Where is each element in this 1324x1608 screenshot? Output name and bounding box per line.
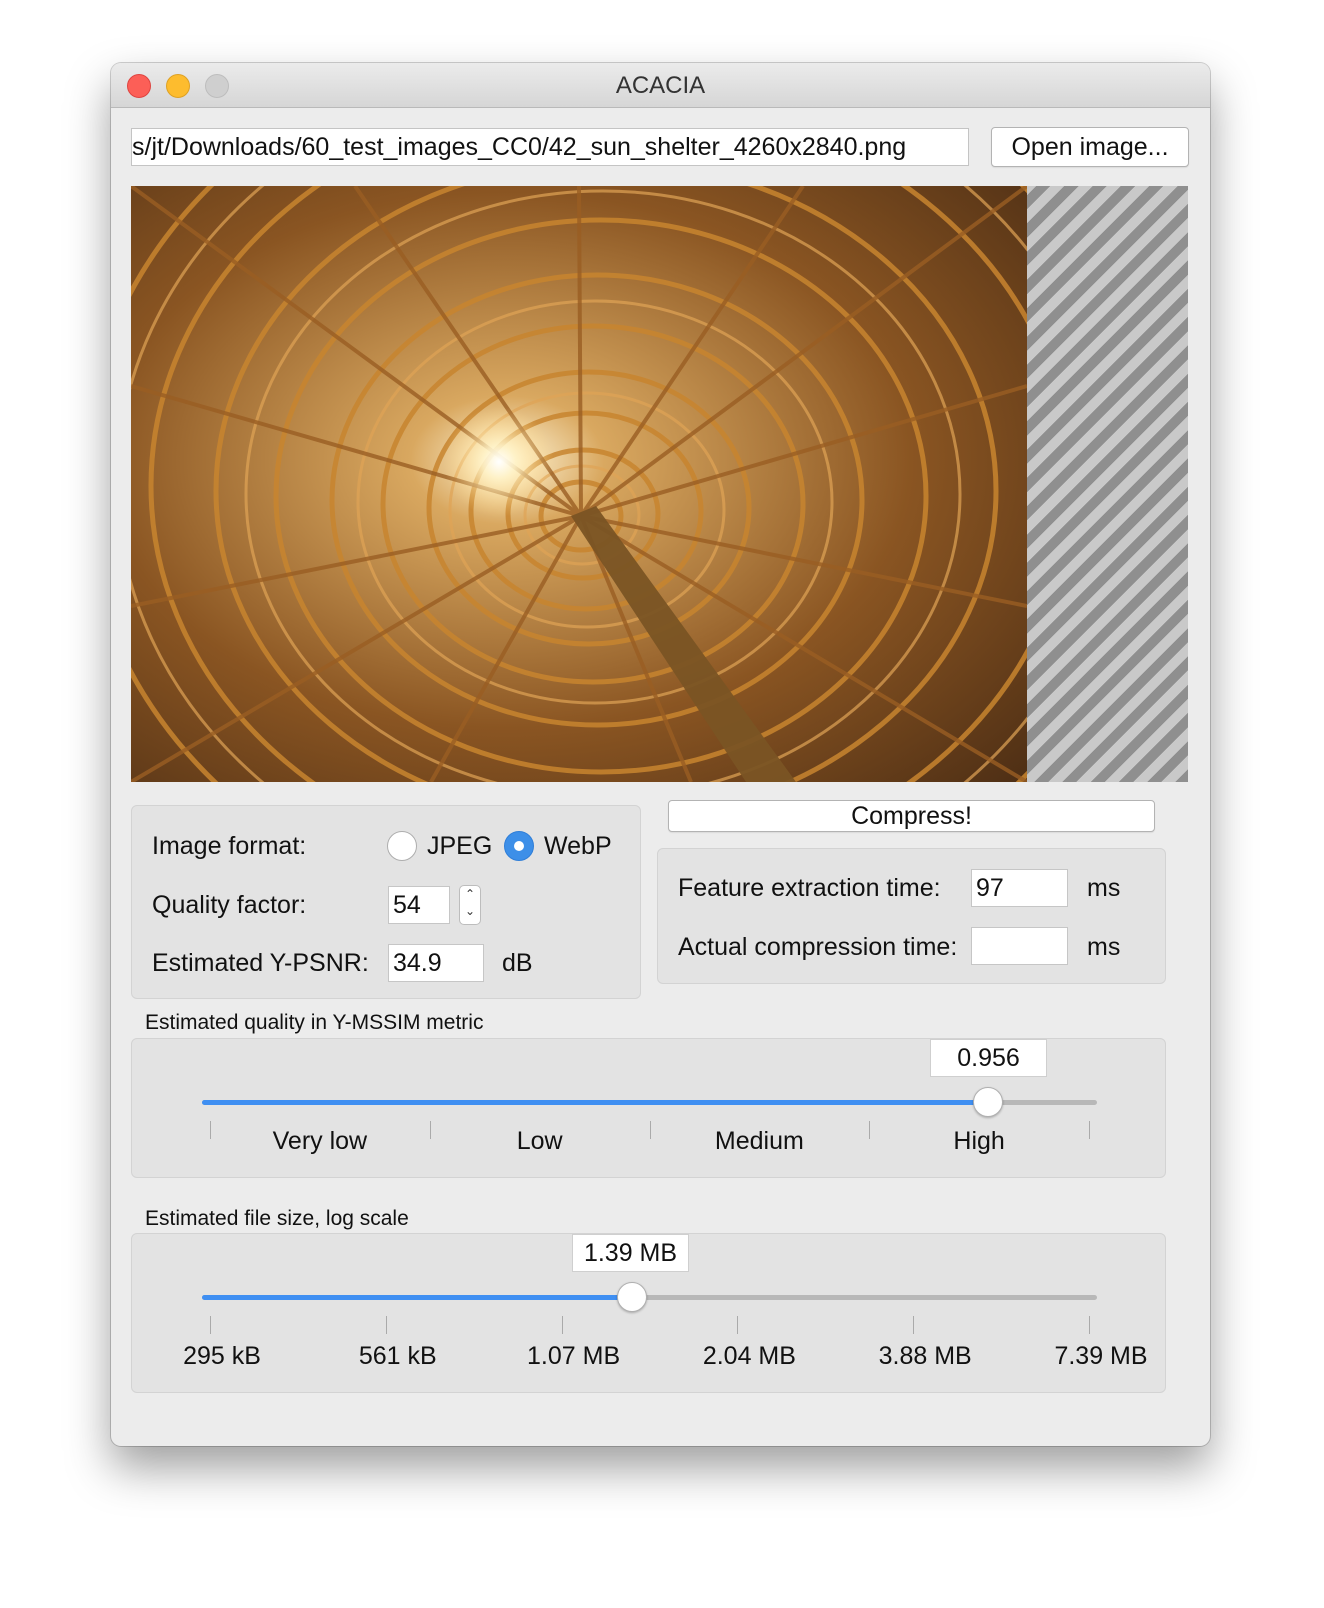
slider-label: 561 kB — [358, 1342, 437, 1370]
preview-photo — [131, 186, 1027, 782]
psnr-label: Estimated Y-PSNR: — [152, 949, 369, 977]
actual-time-label-text: Actual compression time: — [678, 933, 958, 961]
feature-time-field[interactable]: 97 — [971, 869, 1068, 907]
actual-time-field[interactable] — [971, 927, 1068, 965]
slider-tick — [737, 1316, 739, 1334]
slider-tick — [1089, 1121, 1090, 1139]
quality-factor-input[interactable]: 54 — [388, 886, 450, 924]
slider-label: 3.88 MB — [878, 1342, 972, 1370]
slider-tick — [210, 1316, 211, 1334]
slider-tick — [210, 1121, 211, 1139]
jpeg-radio[interactable] — [387, 831, 417, 861]
psnr-unit: dB — [502, 949, 533, 977]
slider-tick — [1089, 1316, 1090, 1334]
image-preview — [131, 186, 1188, 782]
slider-label: Low — [516, 1127, 563, 1155]
quality-slider-panel: 0.956 Very low Low Medium High — [131, 1038, 1166, 1178]
size-slider-track[interactable] — [202, 1295, 1097, 1300]
quality-value-display: 0.956 — [930, 1039, 1047, 1077]
slider-tick — [385, 1316, 387, 1334]
stepper-up-icon[interactable]: ⌃ — [460, 886, 480, 903]
quality-slider-track[interactable] — [202, 1100, 1097, 1105]
slider-label: High — [953, 1127, 1005, 1155]
jpeg-radio-label[interactable]: JPEG — [427, 832, 492, 861]
quality-slider-fill — [202, 1100, 988, 1105]
slider-label: 295 kB — [183, 1342, 261, 1370]
actual-time-unit: ms — [1087, 933, 1121, 961]
title-bar: ACACIA — [111, 63, 1210, 108]
file-path-text: s/jt/Downloads/60_test_images_CC0/42_sun… — [132, 133, 907, 161]
slider-label: 2.04 MB — [702, 1342, 796, 1370]
quality-factor-label: Quality factor: — [152, 891, 307, 919]
slider-tick — [913, 1316, 915, 1334]
timing-panel: Feature extraction time: 97 ms Actual co… — [657, 848, 1166, 984]
psnr-value-field[interactable]: 34.9 — [388, 944, 484, 982]
open-image-button[interactable]: Open image... — [991, 127, 1189, 167]
format-panel: Image format: JPEG WebP Quality factor: … — [131, 805, 641, 999]
size-slider-title: Estimated file size, log scale — [145, 1207, 409, 1230]
slider-label: Medium — [714, 1127, 804, 1155]
slider-tick — [561, 1316, 563, 1334]
slider-tick — [869, 1121, 871, 1139]
webp-radio-label[interactable]: WebP — [544, 832, 612, 861]
quality-slider-title: Estimated quality in Y-MSSIM metric — [145, 1011, 484, 1034]
app-window: ACACIA s/jt/Downloads/60_test_images_CC0… — [111, 63, 1210, 1446]
slider-tick — [429, 1121, 431, 1139]
slider-label: 1.07 MB — [527, 1342, 621, 1370]
size-slider-fill — [202, 1295, 632, 1300]
slider-tick — [649, 1121, 651, 1139]
actual-time-label: Actual compression time: — [678, 933, 971, 962]
slider-label: 7.39 MB — [1054, 1342, 1148, 1370]
feature-time-unit: ms — [1087, 874, 1121, 902]
image-format-label: Image format: — [152, 832, 307, 860]
file-path-field[interactable]: s/jt/Downloads/60_test_images_CC0/42_sun… — [131, 128, 969, 166]
stepper-down-icon[interactable]: ⌄ — [460, 903, 480, 920]
slider-label: Very low — [272, 1127, 368, 1155]
size-slider-knob[interactable] — [616, 1282, 647, 1312]
feature-time-label: Feature extraction time: — [678, 874, 941, 902]
window-title: ACACIA — [615, 72, 706, 99]
compress-button[interactable]: Compress! — [668, 800, 1155, 832]
quality-stepper[interactable]: ⌃ ⌄ — [459, 885, 481, 925]
quality-slider-knob[interactable] — [972, 1087, 1003, 1117]
webp-radio[interactable] — [504, 831, 534, 861]
size-value-display: 1.39 MB — [572, 1234, 689, 1272]
size-slider-panel: 1.39 MB 295 kB 561 kB 1.07 MB 2.04 MB 3.88 M… — [131, 1233, 1166, 1393]
